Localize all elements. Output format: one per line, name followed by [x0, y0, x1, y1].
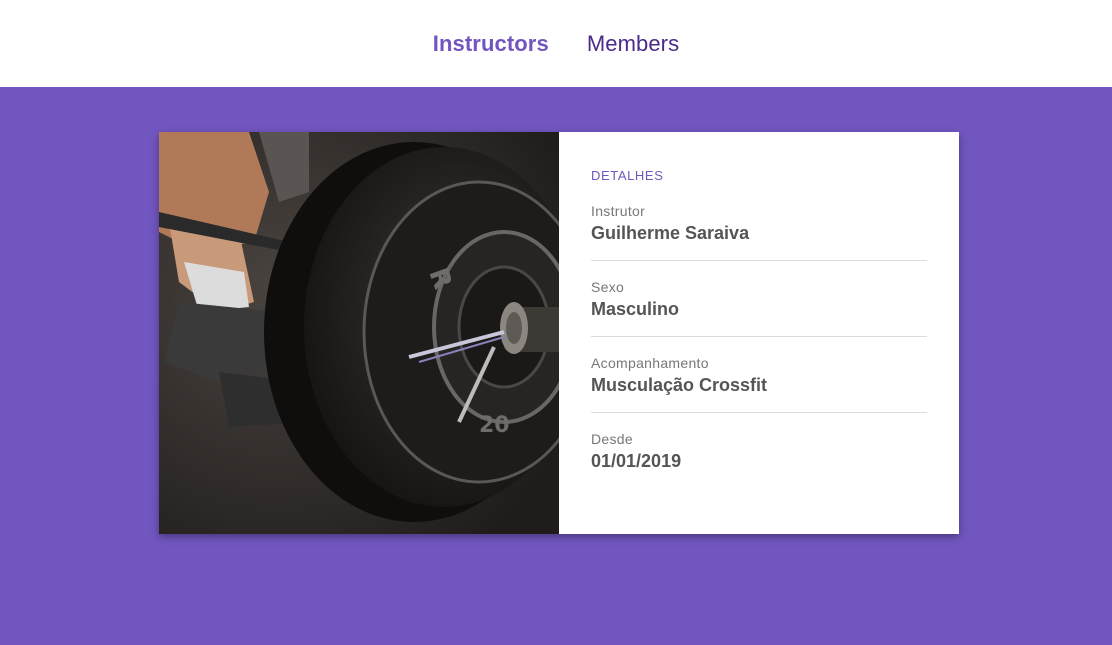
- detail-label: Sexo: [591, 279, 625, 295]
- detail-value: Masculino: [591, 299, 680, 319]
- detail-value: Guilherme Saraiva: [591, 223, 750, 243]
- nav-link-instructors[interactable]: Instructors: [433, 31, 549, 57]
- detail-item-services: Acompanhamento Musculação Crossfit: [591, 355, 927, 413]
- detail-value: 01/01/2019: [591, 451, 682, 471]
- detail-value: Musculação Crossfit: [591, 375, 768, 395]
- content-area: R 20 DETALHES Instrutor Guilherme Saraiv…: [0, 87, 1112, 645]
- main-nav: Instructors Members: [433, 31, 679, 57]
- top-navigation-bar: Instructors Members: [0, 0, 1112, 87]
- instructor-detail-card: R 20 DETALHES Instrutor Guilherme Saraiv…: [159, 132, 959, 534]
- nav-link-members[interactable]: Members: [587, 31, 679, 57]
- detail-item-instructor: Instrutor Guilherme Saraiva: [591, 203, 927, 261]
- details-panel: DETALHES Instrutor Guilherme Saraiva Sex…: [559, 132, 959, 534]
- details-heading: DETALHES: [591, 168, 664, 183]
- detail-item-since: Desde 01/01/2019: [591, 431, 927, 488]
- instructor-photo: R 20: [159, 132, 559, 534]
- detail-label: Desde: [591, 431, 633, 447]
- svg-text:20: 20: [479, 413, 510, 438]
- detail-label: Acompanhamento: [591, 355, 709, 371]
- detail-label: Instrutor: [591, 203, 646, 219]
- detail-item-sex: Sexo Masculino: [591, 279, 927, 337]
